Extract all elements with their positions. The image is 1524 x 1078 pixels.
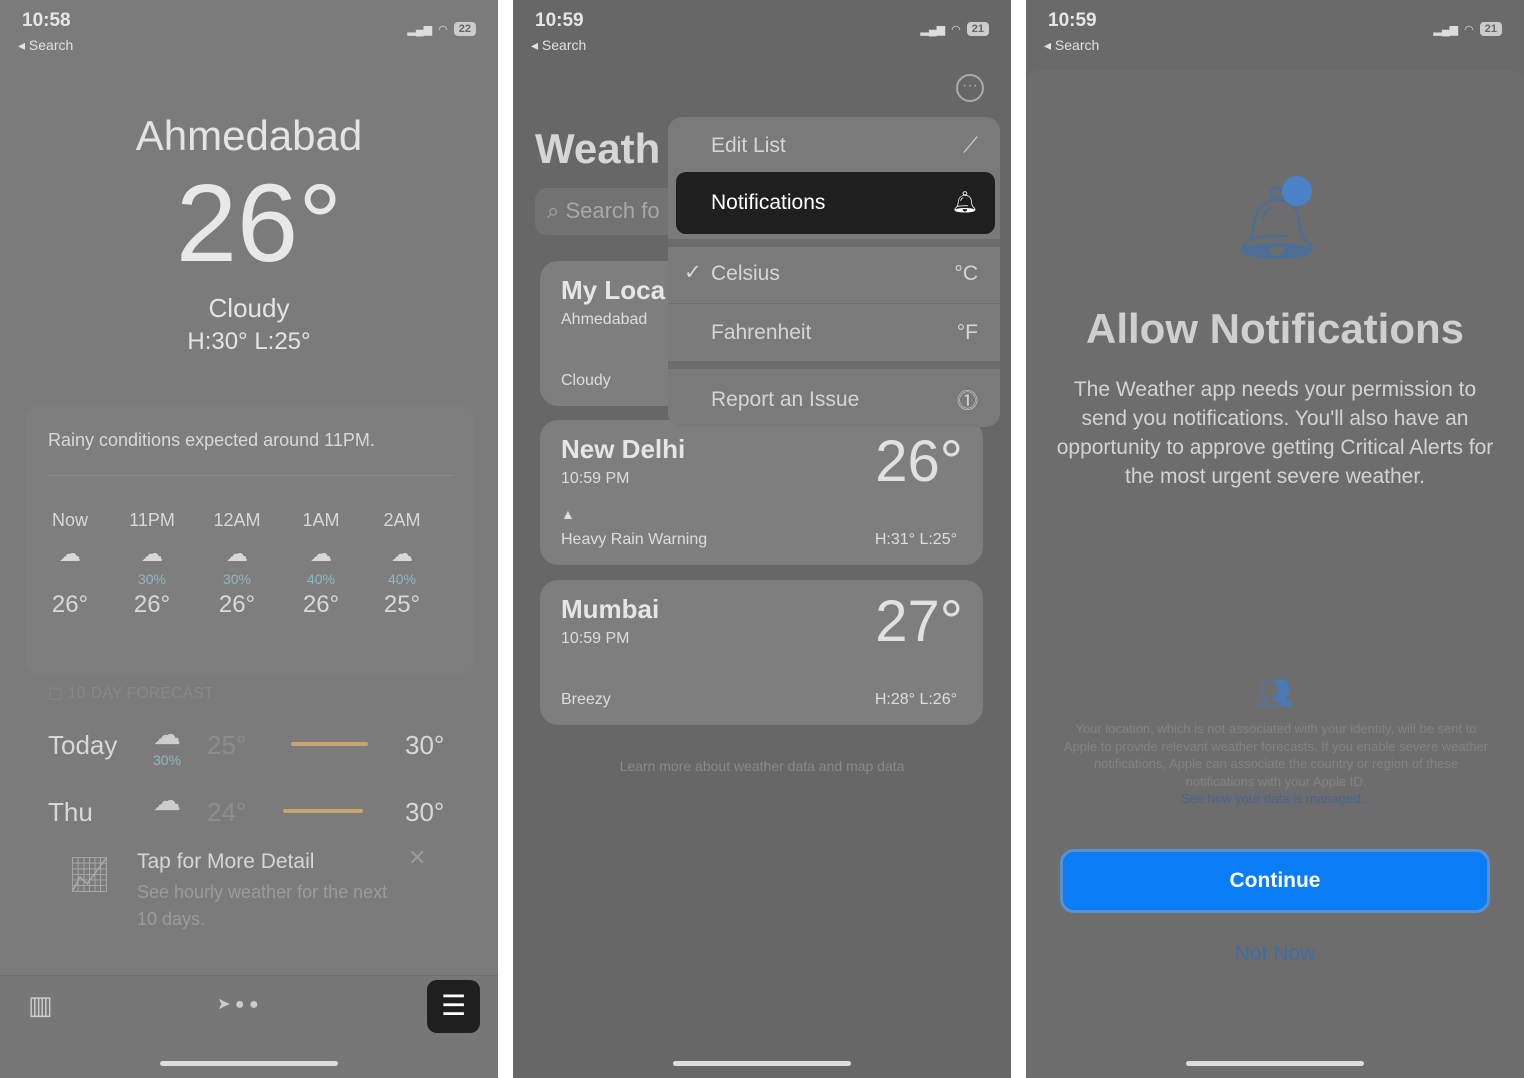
back-to-search[interactable]: ◂ Search <box>18 37 73 54</box>
context-menu: Edit List ⟋ Notifications 🔔︎ ✓ Celsius °C F… <box>668 117 1000 427</box>
menu-item-fahrenheit[interactable]: Fahrenheit °F <box>668 303 1000 361</box>
precip-pct: 30% <box>153 752 182 768</box>
home-indicator <box>160 1061 338 1066</box>
condition: Cloudy <box>208 293 290 323</box>
cloud-rain-icon: ☁ <box>226 541 248 566</box>
wifi-icon: ◠ <box>1464 23 1474 36</box>
temp-range-bar <box>283 809 363 813</box>
cloud-rain-icon: ☁ <box>153 719 181 750</box>
status-icons: ▂▄▆ ◠ 21 <box>1433 22 1502 36</box>
wifi-icon: ◠ <box>438 23 448 36</box>
alert-text: Rainy conditions expected around 11PM. <box>48 430 375 450</box>
back-to-search[interactable]: ◂ Search <box>531 37 586 54</box>
menu-item-notifications[interactable]: Notifications 🔔︎ <box>668 174 1000 232</box>
wifi-icon: ◠ <box>951 23 961 36</box>
continue-button[interactable]: Continue <box>1060 849 1490 913</box>
map-data-link[interactable]: map data <box>846 758 904 774</box>
privacy-text: Your location, which is not associated w… <box>1063 721 1489 806</box>
hour-item: 12AM ☁ 30% 26° <box>207 510 267 619</box>
weather-list-screen: 10:59 ◂ Search ▂▄▆ ◠ 21 ··· Weath ⌕ Search… <box>513 0 1011 1078</box>
privacy-link[interactable]: See how your data is managed... <box>1181 791 1371 806</box>
day-thu: Thu <box>48 797 93 827</box>
battery-icon: 21 <box>966 22 989 36</box>
tip-title: Tap for More Detail <box>137 850 315 873</box>
hour-item: 2AM ☁ 40% 25° <box>372 510 432 619</box>
cloud-rain-icon: ☁ <box>153 785 181 816</box>
high-temp: 30° <box>405 797 445 827</box>
bell-icon: 🔔︎ <box>951 191 978 214</box>
status-icons: ▂▄▆ ◠ 22 <box>407 22 476 36</box>
tip-body: See hourly weather for the next 10 days. <box>137 882 388 929</box>
high-temp: 30° <box>405 730 445 760</box>
cloud-rain-icon: ☁ <box>310 541 332 566</box>
divider <box>48 475 453 476</box>
exclamation-bubble-icon: ⓵ <box>957 390 978 413</box>
menu-item-celsius[interactable]: Celsius °C <box>668 245 1000 303</box>
menu-item-edit-list[interactable]: Edit List ⟋ <box>668 117 1000 175</box>
back-to-search[interactable]: ◂ Search <box>1044 37 1099 54</box>
status-time: 10:59 <box>1048 10 1097 31</box>
page-indicator[interactable]: ➤ ● ● <box>217 994 259 1014</box>
signal-icon: ▂▄▆ <box>920 23 946 36</box>
status-time: 10:58 <box>22 10 71 31</box>
low-temp: 24° <box>207 797 247 827</box>
hi-lo: H:30° L:25° <box>187 328 311 355</box>
current-temp: 26° <box>175 162 343 285</box>
page-title: Weath <box>535 125 661 172</box>
close-icon[interactable]: ✕ <box>408 845 426 871</box>
weather-data-link[interactable]: weather data <box>734 758 815 774</box>
signal-icon: ▂▄▆ <box>1433 23 1459 36</box>
map-icon[interactable]: ▥ <box>28 990 53 1021</box>
day-today: Today <box>48 730 118 760</box>
warning-icon: ▲ <box>561 506 575 522</box>
hour-item: Now ☁ 26° <box>40 510 100 619</box>
battery-icon: 21 <box>1479 22 1502 36</box>
home-indicator <box>673 1061 851 1066</box>
not-now-button[interactable]: Not Now <box>1026 942 1524 966</box>
cloud-icon: ☁ <box>59 541 81 566</box>
home-indicator <box>1186 1061 1364 1066</box>
hour-item: 11PM ☁ 30% 26° <box>122 510 182 619</box>
allow-notifications-screen: 10:59 ◂ Search ▂▄▆ ◠ 21 🔔︎ Allow Notificat… <box>1026 0 1524 1078</box>
location-card[interactable]: Mumbai 10:59 PM 27° Breezy H:28° L:26° <box>540 580 983 725</box>
more-icon[interactable]: ··· <box>956 74 984 102</box>
location-card[interactable]: New Delhi 10:59 PM 26° ▲ Heavy Rain Warning H… <box>540 420 983 565</box>
footer-text: Learn more about weather data and map da… <box>619 758 905 774</box>
status-time: 10:59 <box>535 10 584 31</box>
signal-icon: ▂▄▆ <box>407 23 433 36</box>
badge-dot <box>1282 176 1312 206</box>
list-icon[interactable]: ☰ <box>427 980 480 1033</box>
status-icons: ▂▄▆ ◠ 21 <box>920 22 989 36</box>
forecast-header: ▢ 10-DAY FORECAST <box>48 685 214 702</box>
sheet-body: The Weather app needs your permission to… <box>1056 378 1494 488</box>
chart-icon: 📈︎ <box>68 856 112 894</box>
pencil-icon: ⟋ <box>963 134 978 157</box>
cloud-rain-icon: ☁ <box>391 541 413 566</box>
handshake-icon: 👥︎ <box>1255 677 1295 710</box>
weather-city-screen: 10:58 ◂ Search ▂▄▆ ◠ 22 Ahmedabad 26° Clou… <box>0 0 498 1078</box>
battery-icon: 22 <box>453 22 476 36</box>
city-name: Ahmedabad <box>135 112 363 159</box>
sheet-title: Allow Notifications <box>1086 305 1464 352</box>
back-label: Search <box>28 37 74 53</box>
low-temp: 25° <box>207 730 247 760</box>
menu-item-report-issue[interactable]: Report an Issue ⓵ <box>668 371 1000 429</box>
temp-range-bar <box>291 742 368 746</box>
hour-item: 1AM ☁ 40% 26° <box>291 510 351 619</box>
tip-card[interactable]: 📈︎ Tap for More Detail See hourly weathe… <box>48 835 448 940</box>
cloud-moon-rain-icon: ☁ <box>141 541 163 566</box>
